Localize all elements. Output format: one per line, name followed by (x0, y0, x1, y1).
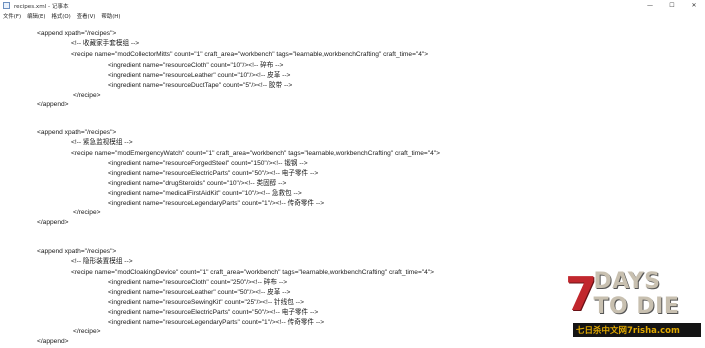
logo-text: DAYS TO DIE (593, 269, 680, 319)
code-line: <ingredient name="resourceDuctTape" coun… (108, 82, 293, 89)
code-line: <ingredient name="resourceSewingKit" cou… (108, 299, 304, 306)
code-line: <ingredient name="resourceCloth" count="… (108, 62, 284, 69)
code-line: <ingredient name="resourceElectricParts"… (108, 309, 319, 316)
code-line: <!-- 收藏家手套模组 --> (71, 40, 140, 47)
menu-view[interactable]: 查看(V) (74, 12, 99, 20)
menu-help[interactable]: 帮助(H) (98, 12, 123, 20)
code-line: </recipe> (73, 92, 101, 99)
window-title: recipes.xml - 记事本 (14, 3, 69, 10)
code-line: <append xpath="/recipes"> (37, 30, 117, 37)
menu-edit[interactable]: 编辑(E) (24, 12, 48, 20)
title-bar: recipes.xml - 记事本 — ☐ ✕ (0, 0, 705, 11)
watermark-logo: 7 DAYS TO DIE 七日杀中文网7risha.com (565, 269, 701, 346)
minimize-button[interactable]: — (639, 0, 661, 11)
game-logo: 7 DAYS TO DIE (565, 269, 701, 319)
notepad-icon (3, 2, 10, 9)
code-line: <ingredient name="resourceLegendaryParts… (108, 319, 325, 326)
menu-bar: 文件(F) 编辑(E) 格式(O) 查看(V) 帮助(H) (0, 11, 705, 20)
code-line: <ingredient name="medicalFirstAidKit" co… (108, 190, 302, 197)
code-line: <ingredient name="resourceLeather" count… (108, 289, 291, 296)
code-line: <ingredient name="resourceElectricParts"… (108, 170, 319, 177)
code-line: </append> (37, 338, 69, 345)
menu-file[interactable]: 文件(F) (0, 12, 24, 20)
maximize-button[interactable]: ☐ (661, 0, 683, 11)
close-button[interactable]: ✕ (683, 0, 705, 11)
code-line: <ingredient name="resourceCloth" count="… (108, 279, 288, 286)
code-line: <!-- 隐形装置模组 --> (71, 258, 133, 265)
code-line: <append xpath="/recipes"> (37, 248, 117, 255)
code-line: <recipe name="modCloakingDevice" count="… (71, 269, 434, 276)
window-controls: — ☐ ✕ (639, 0, 705, 11)
code-line: <recipe name="modCollectorMitts" count="… (71, 51, 429, 58)
code-line: <ingredient name="drugSteroids" count="1… (108, 180, 287, 187)
menu-format[interactable]: 格式(O) (49, 12, 74, 20)
code-line: <ingredient name="resourceLeather" count… (108, 72, 291, 79)
code-line: </recipe> (73, 328, 101, 335)
code-line: <ingredient name="resourceLegendaryParts… (108, 200, 325, 207)
code-line: <ingredient name="resourceForgedSteel" c… (108, 160, 308, 167)
code-line: </append> (37, 101, 69, 108)
code-line: <!-- 紧急监视模组 --> (71, 139, 133, 146)
code-line: </append> (37, 219, 69, 226)
code-line: <append xpath="/recipes"> (37, 129, 117, 136)
code-line: <recipe name="modEmergencyWatch" count="… (71, 150, 440, 157)
code-line: </recipe> (73, 209, 101, 216)
watermark-subtitle: 七日杀中文网7risha.com (573, 323, 701, 337)
